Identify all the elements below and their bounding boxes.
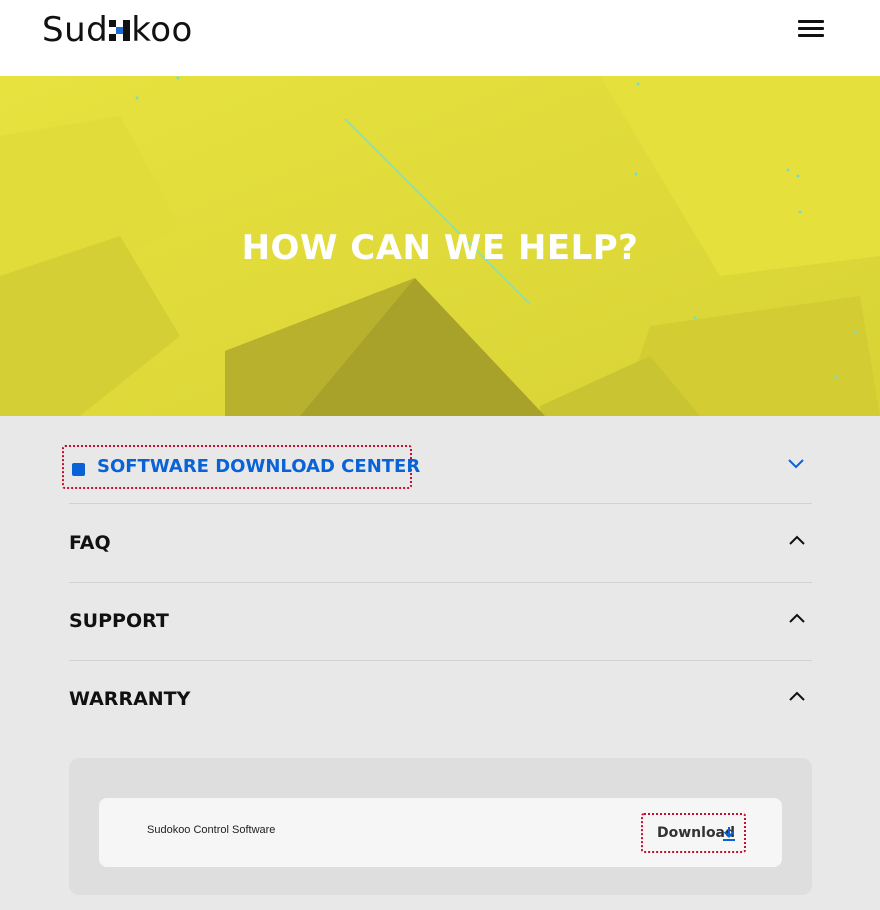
software-name: Sudokoo Control Software <box>147 824 276 836</box>
hero-banner: HOW CAN WE HELP? <box>0 76 880 416</box>
accordion-header-warranty[interactable]: WARRANTY <box>69 660 812 738</box>
accordion-label-faq: FAQ <box>69 532 111 554</box>
chevron-up-icon <box>789 691 805 701</box>
accordion-header-faq[interactable]: FAQ <box>69 504 812 582</box>
chevron-up-icon <box>789 613 805 623</box>
logo-text-right: koo <box>131 10 193 50</box>
download-button[interactable]: Download <box>641 813 746 853</box>
chevron-up-icon <box>789 535 805 545</box>
sudokoo-logo[interactable]: Sud koo <box>42 12 193 48</box>
active-indicator-icon <box>72 463 85 476</box>
menu-bar <box>798 27 824 30</box>
site-header: Sud koo <box>0 0 880 76</box>
menu-bar <box>798 34 824 37</box>
hamburger-menu-button[interactable] <box>798 18 826 40</box>
accordion-label-warranty: WARRANTY <box>69 688 191 710</box>
accordion-header-support[interactable]: SUPPORT <box>69 582 812 660</box>
logo-grid-icon <box>109 19 131 41</box>
download-icon <box>723 827 735 841</box>
accordion-label-software-download-center: SOFTWARE DOWNLOAD CENTER <box>97 456 421 477</box>
hero-title: HOW CAN WE HELP? <box>241 228 639 268</box>
menu-bar <box>798 20 824 23</box>
accordion-label-support: SUPPORT <box>69 610 169 632</box>
accordion-header-software-download-center[interactable]: SOFTWARE DOWNLOAD CENTER <box>62 445 420 489</box>
logo-text-left: Sud <box>42 10 109 50</box>
chevron-down-icon[interactable] <box>787 458 805 470</box>
